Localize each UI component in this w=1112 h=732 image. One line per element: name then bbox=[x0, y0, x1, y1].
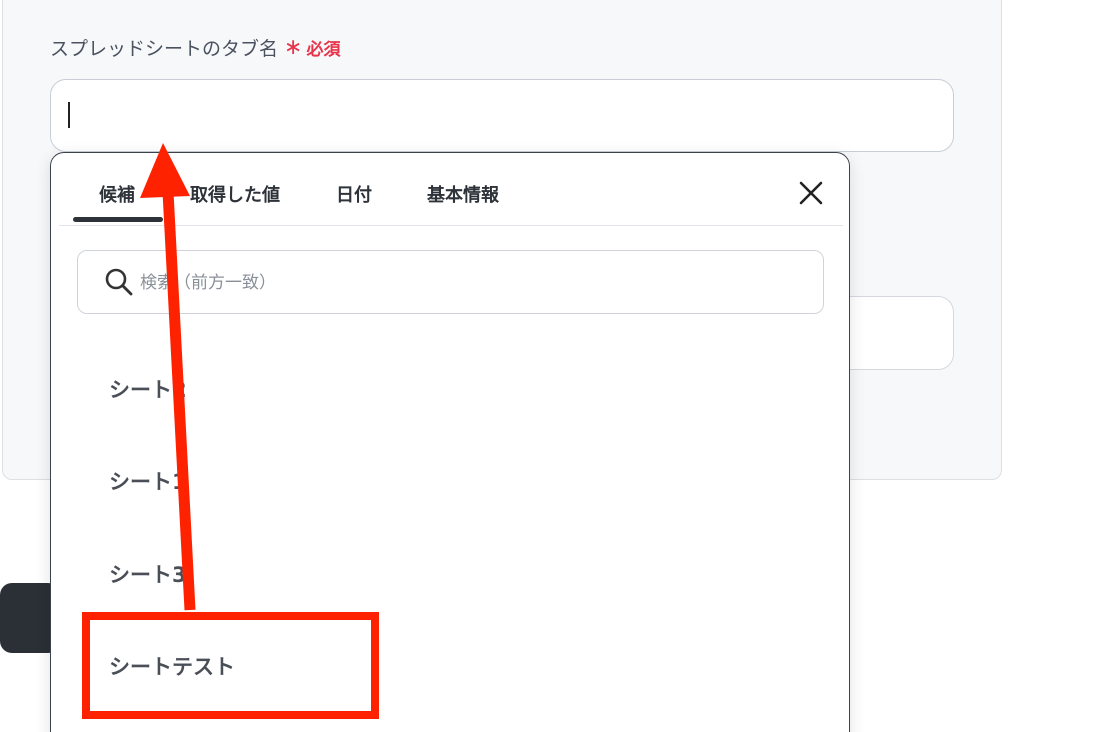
close-icon bbox=[799, 181, 823, 205]
search-icon bbox=[105, 268, 133, 296]
option-sheet-2[interactable]: シート2 bbox=[109, 374, 187, 404]
tab-suggestions[interactable]: 候補 bbox=[99, 181, 135, 207]
field-label-text: スプレッドシートのタブ名 bbox=[50, 38, 279, 60]
text-caret bbox=[68, 102, 70, 128]
active-tab-indicator bbox=[73, 217, 163, 222]
tab-name-input[interactable] bbox=[50, 79, 954, 152]
search-box bbox=[77, 250, 824, 314]
tab-basic-info[interactable]: 基本情報 bbox=[427, 181, 499, 207]
option-sheet-3[interactable]: シート3 bbox=[109, 559, 187, 589]
field-label: スプレッドシートのタブ名 ∗ 必須 bbox=[50, 34, 340, 61]
required-star: ∗ bbox=[284, 34, 303, 60]
required-badge: 必須 bbox=[306, 40, 341, 60]
option-sheet-1[interactable]: シート1 bbox=[109, 466, 187, 496]
screen: スプレッドシートのタブ名 ∗ 必須 候補 取得した値 日付 基本情報 検索（前方… bbox=[0, 0, 1112, 732]
close-button[interactable] bbox=[795, 177, 827, 209]
tab-date[interactable]: 日付 bbox=[336, 181, 372, 207]
dropdown-tabs: 候補 取得した値 日付 基本情報 bbox=[59, 153, 843, 226]
tab-retrieved-values[interactable]: 取得した値 bbox=[190, 181, 280, 207]
search-input[interactable] bbox=[138, 263, 802, 303]
highlight-box bbox=[82, 612, 379, 719]
